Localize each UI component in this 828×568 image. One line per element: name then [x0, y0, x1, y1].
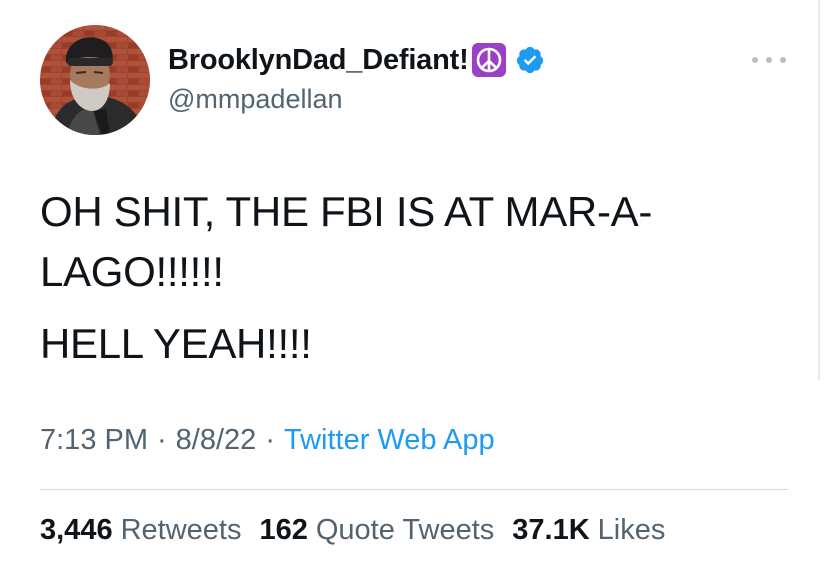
retweets-stat[interactable]: 3,446 Retweets [40, 514, 241, 547]
more-dot-icon [752, 57, 758, 63]
tweet-card: BrooklynDad_Defiant! @mmpadellan OH SHIT… [0, 0, 828, 568]
tweet-body: OH SHIT, THE FBI IS AT MAR-A-LAGO!!!!!! … [40, 182, 800, 374]
tweet-date[interactable]: 8/8/22 [176, 424, 257, 456]
verified-badge-icon [515, 45, 545, 75]
likes-count: 37.1K [512, 514, 590, 546]
more-options-button[interactable] [752, 50, 786, 70]
divider [40, 489, 788, 490]
avatar[interactable] [40, 25, 150, 135]
peace-symbol-icon [471, 42, 507, 78]
author-name-row: BrooklynDad_Defiant! [168, 40, 545, 80]
tweet-text-line: OH SHIT, THE FBI IS AT MAR-A-LAGO!!!!!! [40, 188, 653, 295]
engagement-stats: 3,446 Retweets 162 Quote Tweets 37.1K Likes [40, 514, 683, 547]
avatar-image [40, 25, 150, 135]
scrollbar[interactable] [818, 0, 820, 380]
user-handle[interactable]: @mmpadellan [168, 84, 343, 115]
quote-tweets-stat[interactable]: 162 Quote Tweets [259, 514, 494, 547]
tweet-text-line: HELL YEAH!!!! [40, 320, 312, 367]
retweets-count: 3,446 [40, 514, 113, 546]
display-name[interactable]: BrooklynDad_Defiant! [168, 44, 469, 77]
tweet-metadata: 7:13 PM · 8/8/22 · Twitter Web App [40, 424, 495, 457]
retweets-label: Retweets [120, 514, 242, 546]
meta-separator: · [157, 424, 167, 456]
quote-tweets-label: Quote Tweets [315, 514, 495, 546]
tweet-source-link[interactable]: Twitter Web App [284, 424, 495, 456]
likes-label: Likes [597, 514, 666, 546]
likes-stat[interactable]: 37.1K Likes [512, 514, 665, 547]
meta-separator: · [265, 424, 275, 456]
quote-tweets-count: 162 [259, 514, 308, 546]
tweet-time[interactable]: 7:13 PM [40, 424, 148, 456]
more-dot-icon [766, 57, 772, 63]
more-dot-icon [780, 57, 786, 63]
